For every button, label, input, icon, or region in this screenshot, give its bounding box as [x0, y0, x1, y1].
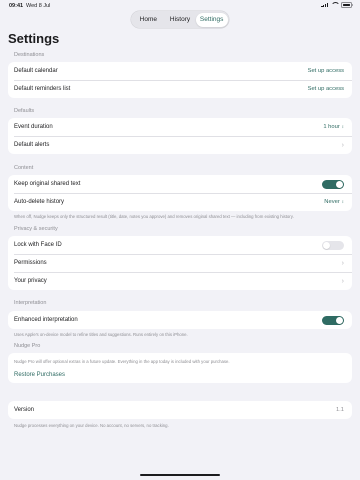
face-id-toggle[interactable] — [322, 240, 344, 250]
section-header-destinations: Destinations — [14, 52, 45, 58]
face-id-label: Lock with Face ID — [14, 242, 62, 248]
enhanced-interpretation-label: Enhanced interpretation — [14, 317, 78, 323]
content-card: Keep original shared text Auto-delete hi… — [8, 175, 352, 211]
section-header-defaults: Defaults — [14, 108, 35, 114]
chevron-right-icon: › — [341, 259, 344, 267]
section-header-interpretation: Interpretation — [14, 300, 47, 306]
version-label: Version — [14, 407, 35, 413]
privacy-footer: Nudge processes everything on your devic… — [14, 423, 169, 428]
default-calendar-row[interactable]: Default calendar Set up access — [8, 62, 352, 80]
interpretation-footnote: Uses Apple's on-device model to refine t… — [14, 332, 188, 337]
page-title: Settings — [8, 31, 60, 46]
cellular-signal-icon — [321, 2, 328, 8]
default-alerts-row[interactable]: Default alerts › — [8, 136, 352, 154]
event-duration-value: 1 hour — [323, 124, 340, 130]
view-segmented-control: Home History Settings — [131, 11, 229, 28]
battery-icon — [341, 2, 353, 8]
wifi-icon — [331, 2, 340, 7]
keep-original-row: Keep original shared text — [8, 175, 352, 193]
tab-settings[interactable]: Settings — [195, 12, 228, 27]
home-indicator — [140, 473, 220, 476]
privacy-card: Lock with Face ID Permissions › Your pri… — [8, 236, 352, 290]
enhanced-interpretation-row: Enhanced interpretation — [8, 311, 352, 329]
permissions-label: Permissions — [14, 260, 47, 266]
version-value: 1.1 — [335, 407, 344, 413]
auto-delete-value: Never — [324, 199, 340, 205]
nudge-pro-card: Nudge Pro will offer optional extras in … — [8, 353, 352, 383]
default-reminders-label: Default reminders list — [14, 86, 71, 92]
default-reminders-value[interactable]: Set up access — [308, 86, 344, 92]
auto-delete-row[interactable]: Auto-delete history Never ↕ — [8, 193, 352, 211]
default-calendar-value[interactable]: Set up access — [308, 68, 344, 74]
status-time: 09:41 — [9, 3, 24, 9]
section-header-nudge-pro: Nudge Pro — [14, 343, 41, 349]
version-row: Version 1.1 — [8, 401, 352, 419]
tab-home[interactable]: Home — [133, 13, 165, 27]
chevron-right-icon: › — [341, 141, 344, 149]
default-calendar-label: Default calendar — [14, 68, 58, 74]
auto-delete-label: Auto-delete history — [14, 199, 65, 205]
keep-original-label: Keep original shared text — [14, 181, 81, 187]
chevron-up-down-icon: ↕ — [341, 198, 344, 204]
face-id-row: Lock with Face ID — [8, 236, 352, 254]
content-footnote: When off, Nudge keeps only the structure… — [14, 214, 294, 219]
version-card: Version 1.1 — [8, 401, 352, 419]
restore-purchases-button[interactable]: Restore Purchases — [8, 367, 352, 383]
chevron-up-down-icon: ↕ — [341, 123, 344, 129]
default-reminders-row[interactable]: Default reminders list Set up access — [8, 80, 352, 98]
interpretation-card: Enhanced interpretation — [8, 311, 352, 329]
keep-original-toggle[interactable] — [322, 179, 344, 189]
status-icons — [321, 2, 353, 8]
chevron-right-icon: › — [341, 277, 344, 285]
status-date: Wed 8 Jul — [26, 3, 51, 9]
defaults-card: Event duration 1 hour ↕ Default alerts › — [8, 118, 352, 154]
auto-delete-picker[interactable]: Never ↕ — [324, 199, 344, 205]
section-header-content: Content — [14, 165, 34, 171]
your-privacy-row[interactable]: Your privacy › — [8, 272, 352, 290]
event-duration-row[interactable]: Event duration 1 hour ↕ — [8, 118, 352, 136]
permissions-row[interactable]: Permissions › — [8, 254, 352, 272]
nudge-pro-description: Nudge Pro will offer optional extras in … — [14, 359, 230, 364]
destinations-card: Default calendar Set up access Default r… — [8, 62, 352, 98]
tab-history[interactable]: History — [164, 13, 196, 27]
default-alerts-label: Default alerts — [14, 142, 50, 148]
section-header-privacy: Privacy & security — [14, 226, 58, 232]
your-privacy-label: Your privacy — [14, 278, 47, 284]
enhanced-interpretation-toggle[interactable] — [322, 315, 344, 325]
event-duration-label: Event duration — [14, 124, 53, 130]
event-duration-picker[interactable]: 1 hour ↕ — [323, 124, 344, 130]
